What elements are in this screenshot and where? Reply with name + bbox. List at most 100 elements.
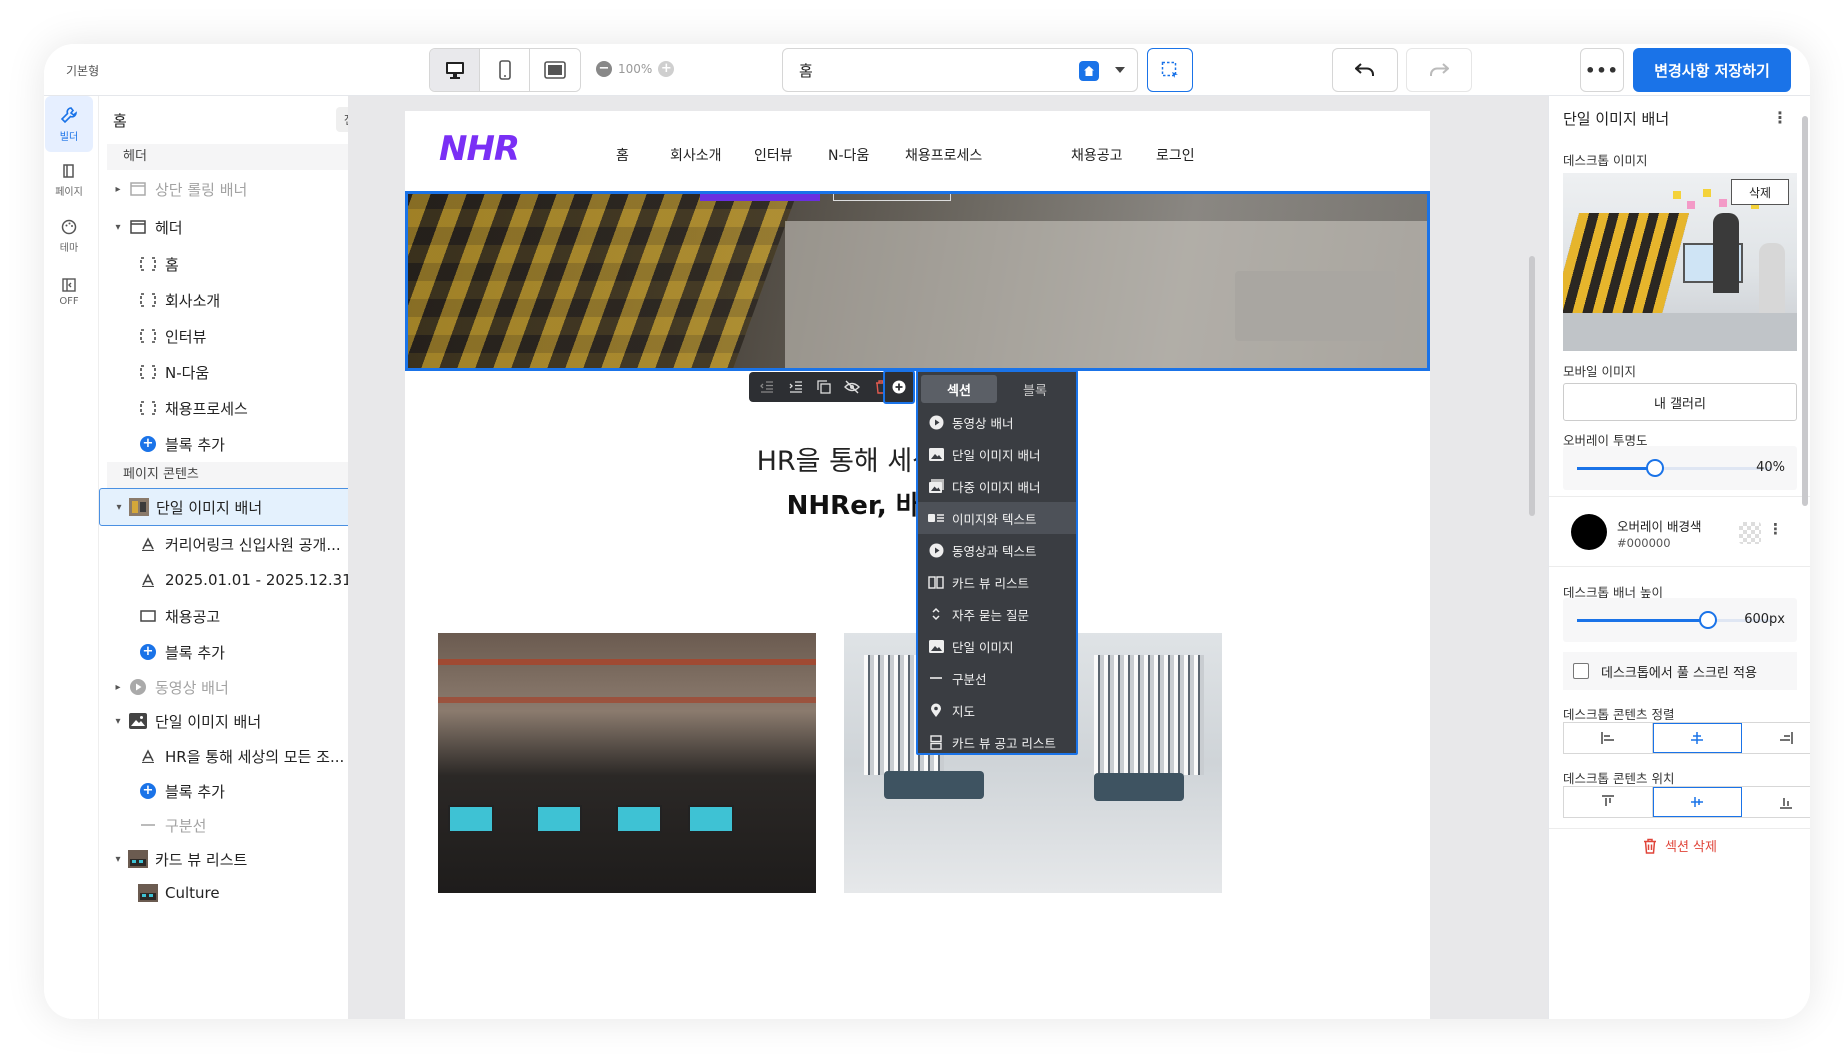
menu-item-faq[interactable]: 자주 묻는 질문: [918, 598, 1076, 630]
slider-handle[interactable]: [1699, 611, 1718, 629]
page-select-value: 홈: [799, 61, 813, 80]
page-preview: NHR 홈 회사소개 인터뷰 N-다움 채용프로세스 채용공고 로그인 HR을 …: [405, 111, 1430, 1019]
align-bottom-icon: [1780, 798, 1792, 809]
image-thumb-icon: [137, 884, 159, 902]
mobile-view-button[interactable]: [480, 49, 530, 91]
overlay-opacity-value: 40%: [1756, 460, 1785, 475]
tablet-view-button[interactable]: [530, 49, 580, 91]
chevron-down-icon[interactable]: ▾: [110, 502, 128, 513]
zoom-in-icon[interactable]: +: [658, 61, 675, 77]
divider-icon: [928, 670, 944, 686]
fullscreen-checkbox[interactable]: [1573, 663, 1589, 679]
play-circle-icon: [928, 542, 944, 558]
my-gallery-button[interactable]: 내 갤러리: [1563, 383, 1797, 421]
undo-button[interactable]: [1332, 48, 1398, 92]
menu-item-single-image[interactable]: 단일 이미지: [918, 630, 1076, 662]
menu-item-single-image-banner[interactable]: 단일 이미지 배너: [918, 438, 1076, 470]
tree-title: 홈: [113, 111, 127, 130]
image-thumb-icon: [128, 498, 150, 516]
chevron-right-icon[interactable]: ▸: [109, 682, 127, 693]
rail-item-pages[interactable]: 페이지: [44, 152, 94, 208]
chevron-right-icon[interactable]: ▸: [109, 184, 127, 195]
site-nav-process[interactable]: 채용프로세스: [905, 145, 982, 165]
banner-height-slider[interactable]: 600px: [1563, 598, 1797, 642]
divider: [1549, 496, 1810, 497]
image-icon: [127, 712, 149, 730]
theme-label: 기본형: [66, 64, 100, 78]
menu-item-divider[interactable]: 구분선: [918, 662, 1076, 694]
duplicate-icon[interactable]: [813, 376, 835, 398]
trash-icon: [1644, 838, 1656, 854]
save-changes-button[interactable]: 변경사항 저장하기: [1633, 48, 1791, 92]
menu-item-map[interactable]: 지도: [918, 694, 1076, 726]
card-image-office[interactable]: [438, 633, 816, 893]
position-middle-button[interactable]: [1653, 787, 1742, 817]
chevron-down-icon[interactable]: ▾: [109, 854, 127, 865]
menu-item-card-job-list[interactable]: 카드 뷰 공고 리스트: [918, 726, 1076, 758]
slider-handle[interactable]: [1646, 459, 1665, 477]
kebab-menu-icon[interactable]: ⋮: [1768, 520, 1783, 538]
overlay-opacity-slider[interactable]: 40%: [1563, 446, 1797, 490]
desktop-view-button[interactable]: [430, 49, 480, 91]
menu-item-image-text[interactable]: 이미지와 텍스트: [918, 502, 1076, 534]
delete-image-button[interactable]: 삭제: [1731, 179, 1789, 205]
tree-row-label: 헤더: [155, 218, 183, 237]
more-options-button[interactable]: •••: [1580, 48, 1624, 92]
desktop-image-preview[interactable]: 삭제: [1563, 173, 1797, 351]
hero-banner-image[interactable]: [405, 191, 1430, 371]
plus-circle-icon: +: [137, 435, 159, 453]
redo-button[interactable]: [1406, 48, 1472, 92]
photo-detail: [616, 805, 662, 833]
outdent-icon[interactable]: [756, 376, 778, 398]
transparency-checker-icon[interactable]: [1739, 522, 1761, 544]
site-nav-recruit[interactable]: 채용공고: [1071, 145, 1123, 165]
site-logo[interactable]: NHR: [439, 129, 520, 169]
delete-section-button[interactable]: 섹션 삭제: [1549, 836, 1810, 855]
tree-row-label: HR을 통해 세상의 모든 조...: [165, 747, 345, 766]
book-icon: [63, 163, 74, 178]
overlay-color-row[interactable]: 오버레이 배경색 #000000 ⋮: [1563, 504, 1797, 560]
add-section-button[interactable]: [883, 370, 915, 404]
card-columns-icon: [928, 574, 944, 590]
color-swatch[interactable]: [1571, 514, 1607, 550]
chevron-down-icon[interactable]: ▾: [109, 716, 127, 727]
menu-item-card-view-list[interactable]: 카드 뷰 리스트: [918, 566, 1076, 598]
page-select[interactable]: 홈: [782, 48, 1138, 92]
rail-label-theme: 테마: [59, 242, 79, 254]
more-dots-icon: •••: [1585, 60, 1619, 80]
rail-item-off[interactable]: OFF: [44, 264, 94, 320]
hero-primary-button: [700, 191, 820, 201]
panel-toggle-icon: [62, 277, 76, 292]
menu-item-multi-image-banner[interactable]: 다중 이미지 배너: [918, 470, 1076, 502]
position-top-button[interactable]: [1564, 787, 1653, 817]
menu-item-video-banner[interactable]: 동영상 배너: [918, 406, 1076, 438]
position-bottom-button[interactable]: [1742, 787, 1810, 817]
rail-item-theme[interactable]: 테마: [44, 208, 94, 264]
site-nav-login[interactable]: 로그인: [1156, 145, 1195, 165]
align-center-button[interactable]: [1653, 723, 1742, 753]
chevron-down-icon[interactable]: ▾: [109, 222, 127, 233]
eye-off-icon[interactable]: [841, 376, 863, 398]
indent-icon[interactable]: [785, 376, 807, 398]
menu-item-video-text[interactable]: 동영상과 텍스트: [918, 534, 1076, 566]
site-nav-interview[interactable]: 인터뷰: [754, 145, 793, 165]
palette-icon: [61, 219, 77, 234]
tab-section[interactable]: 섹션: [921, 375, 997, 403]
site-nav-ndaum[interactable]: N-다움: [828, 145, 869, 165]
properties-scrollbar[interactable]: [1802, 116, 1808, 506]
site-nav-company[interactable]: 회사소개: [670, 145, 722, 165]
rail-item-builder[interactable]: 빌더: [45, 96, 93, 152]
align-right-button[interactable]: [1742, 723, 1810, 753]
slider-fill: [1577, 619, 1709, 622]
menu-item-label: 단일 이미지: [952, 639, 1014, 655]
kebab-menu-icon[interactable]: ⋮: [1772, 108, 1788, 127]
tree-row-label: 회사소개: [165, 291, 221, 310]
select-tool-button[interactable]: [1147, 48, 1193, 92]
fullscreen-toggle-row[interactable]: 데스크톱에서 풀 스크린 적용: [1563, 652, 1797, 690]
zoom-out-icon[interactable]: −: [596, 61, 612, 77]
tree-row-label: 구분선: [165, 816, 207, 835]
canvas-scrollbar[interactable]: [1529, 256, 1535, 516]
site-nav-home[interactable]: 홈: [616, 145, 629, 165]
align-left-button[interactable]: [1564, 723, 1653, 753]
tab-block[interactable]: 블록: [997, 375, 1073, 403]
